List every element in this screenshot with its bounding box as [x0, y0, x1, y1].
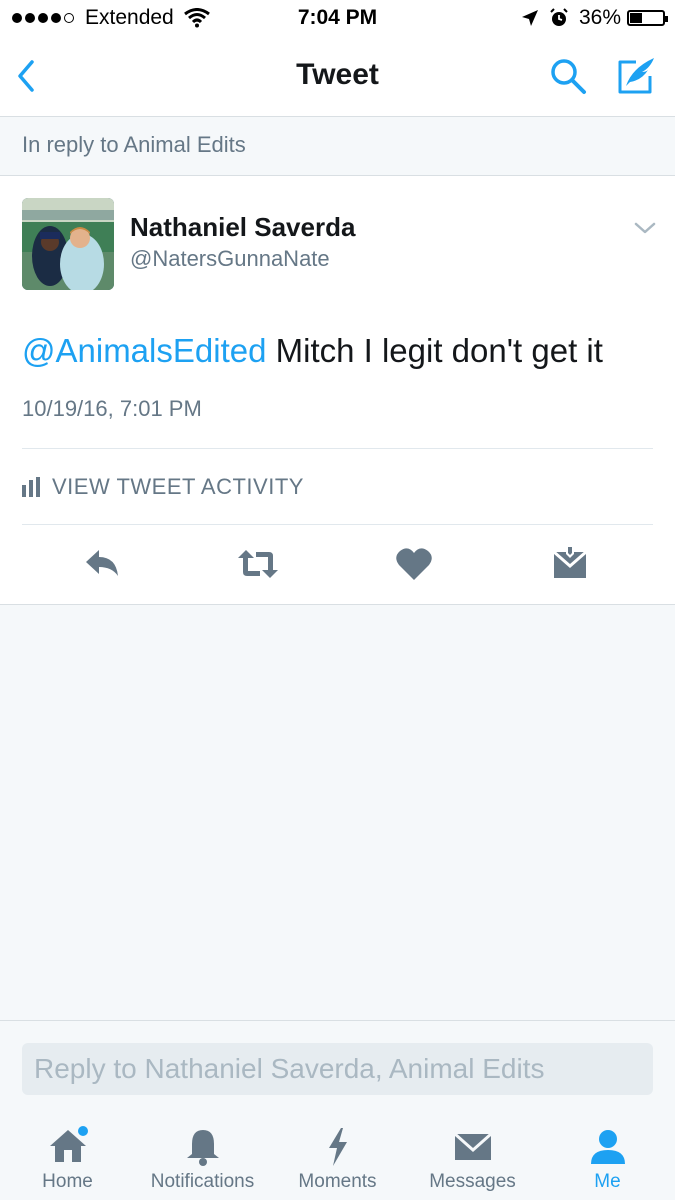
- tweet-body: Mitch I legit don't get it: [266, 332, 603, 369]
- user-name[interactable]: Nathaniel Saverda: [130, 212, 355, 243]
- tab-messages[interactable]: Messages: [405, 1116, 540, 1200]
- divider: [22, 448, 653, 449]
- view-tweet-activity-label: VIEW TWEET ACTIVITY: [52, 474, 304, 499]
- tab-bar: Home Notifications Moments Messages Me: [0, 1116, 675, 1200]
- tab-notifications[interactable]: Notifications: [135, 1116, 270, 1200]
- location-arrow-icon: [521, 10, 538, 26]
- tab-label: Messages: [429, 1171, 516, 1192]
- nav-bar: Tweet: [0, 38, 675, 117]
- heart-icon[interactable]: [394, 544, 434, 584]
- tweet-timestamp: 10/19/16, 7:01 PM: [22, 396, 202, 421]
- reply-bar: [0, 1020, 675, 1117]
- search-icon[interactable]: [548, 56, 588, 96]
- compose-tweet-icon[interactable]: [614, 54, 658, 98]
- tab-home[interactable]: Home: [0, 1116, 135, 1200]
- tab-moments[interactable]: Moments: [270, 1116, 405, 1200]
- tab-me[interactable]: Me: [540, 1116, 675, 1200]
- direct-message-icon[interactable]: [550, 544, 590, 584]
- tab-label: Me: [594, 1171, 621, 1192]
- lightning-icon: [328, 1128, 347, 1166]
- person-icon: [590, 1130, 625, 1164]
- user-handle[interactable]: @NatersGunnaNate: [130, 246, 330, 272]
- divider: [22, 524, 653, 525]
- status-right: 36%: [521, 6, 668, 30]
- chevron-down-icon[interactable]: [632, 218, 658, 238]
- avatar[interactable]: [22, 198, 114, 290]
- tab-label: Moments: [298, 1171, 377, 1192]
- tweet-detail: Nathaniel Saverda @NatersGunnaNate @Anim…: [0, 176, 675, 605]
- reply-context-banner[interactable]: In reply to Animal Edits: [0, 117, 675, 176]
- retweet-icon[interactable]: [236, 544, 280, 584]
- battery-icon: [627, 10, 668, 26]
- bell-icon: [186, 1130, 219, 1166]
- home-icon: [49, 1126, 88, 1162]
- alarm-icon: [550, 8, 568, 26]
- tweet-text: @AnimalsEdited Mitch I legit don't get i…: [22, 332, 603, 370]
- reply-icon[interactable]: [82, 544, 122, 584]
- unread-dot: [77, 1126, 88, 1136]
- bar-chart-icon: [22, 477, 40, 497]
- envelope-icon: [453, 1132, 492, 1160]
- tab-label: Notifications: [150, 1171, 255, 1192]
- battery-percent: 36%: [578, 6, 621, 29]
- reply-input[interactable]: [22, 1043, 653, 1095]
- reply-context-text: In reply to Animal Edits: [22, 132, 246, 157]
- view-tweet-activity-button[interactable]: VIEW TWEET ACTIVITY: [22, 474, 304, 500]
- status-bar: Extended 7:04 PM 36%: [0, 0, 675, 38]
- tab-label: Home: [42, 1171, 93, 1192]
- mention-link[interactable]: @AnimalsEdited: [22, 332, 266, 369]
